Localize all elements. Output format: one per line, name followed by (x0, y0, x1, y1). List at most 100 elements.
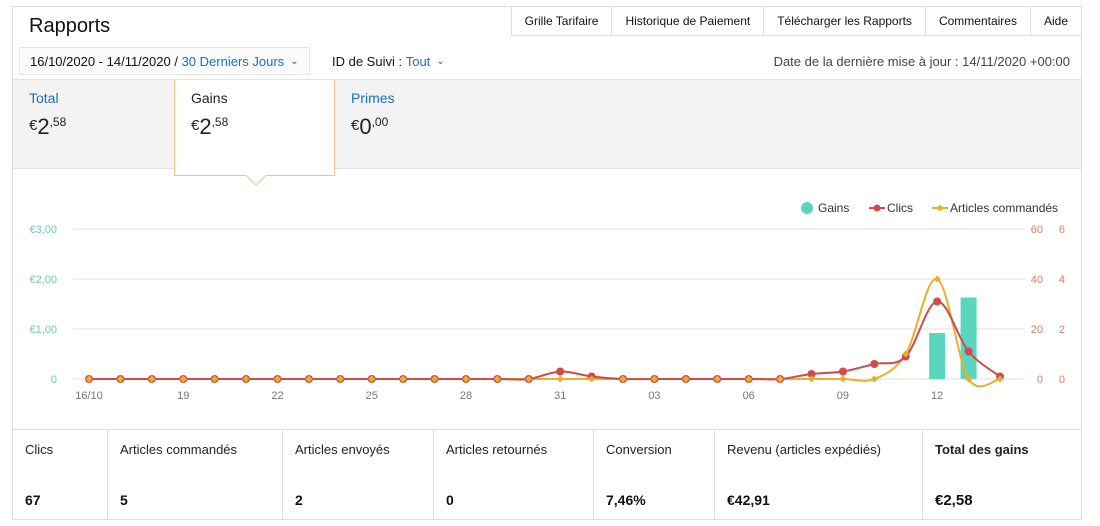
currency-symbol: € (29, 117, 38, 134)
legend-articles-label: Articles commandés (950, 201, 1058, 215)
tracking-id-value[interactable]: Tout (406, 54, 431, 69)
tracking-id-label: ID de Suivi : (332, 53, 403, 69)
y-right-clics-tick-label: 20 (1031, 324, 1043, 336)
summary-gains-tile[interactable]: Gains €2,58 (174, 80, 335, 186)
summary-total-label: Total (29, 90, 59, 106)
stat-value: 67 (25, 492, 41, 508)
stat-label: Total des gains (935, 442, 1029, 457)
currency-symbol: € (191, 117, 200, 134)
date-range-selector[interactable]: 16/10/2020 - 14/11/2020 / 30 Derniers Jo… (19, 47, 310, 75)
articles-point (839, 375, 847, 383)
value-whole: 0 (359, 114, 372, 139)
rate-card-button[interactable]: Grille Tarifaire (510, 6, 613, 36)
reports-panel: Rapports Grille Tarifaire Historique de … (12, 6, 1082, 520)
value-whole: 2 (199, 114, 212, 139)
y-left-tick-label: €2,00 (29, 274, 57, 286)
stat-value: €42,91 (727, 492, 770, 508)
x-tick-label: 12 (931, 390, 943, 402)
download-reports-button[interactable]: Télécharger les Rapports (763, 6, 926, 36)
legend-clics-label: Clics (887, 201, 913, 215)
help-button[interactable]: Aide (1029, 6, 1082, 36)
stat-value: 7,46% (606, 492, 646, 508)
currency-symbol: € (351, 117, 360, 134)
clics-series-line (89, 300, 1001, 381)
stat-items-shipped: Articles envoyés 2 (283, 430, 434, 520)
y-right-articles-tick-label: 2 (1059, 324, 1065, 336)
stat-label: Conversion (606, 442, 672, 457)
legend-gains-marker (801, 202, 813, 214)
y-right-clics-tick-label: 60 (1031, 224, 1043, 236)
y-left-tick-label: €1,00 (29, 324, 57, 336)
top-nav: Grille Tarifaire Historique de Paiement … (510, 6, 1082, 36)
stat-items-ordered: Articles commandés 5 (108, 430, 283, 520)
legend-articles-marker (936, 204, 944, 212)
articles-series-line (89, 278, 1001, 388)
summary-primes-value: €0,00 (351, 114, 479, 140)
y-right-articles-tick-label: 6 (1059, 224, 1065, 236)
stat-value: 2 (295, 492, 303, 508)
stat-value: €2,58 (935, 492, 973, 509)
x-tick-label: 19 (177, 390, 189, 402)
legend-gains-label: Gains (818, 201, 849, 215)
x-tick-label: 06 (743, 390, 755, 402)
page-title: Rapports (29, 15, 111, 37)
stat-value: 0 (446, 492, 454, 508)
legend-clics-marker (873, 204, 881, 212)
stat-total-earnings: Total des gains €2,58 (923, 430, 1081, 520)
summary-gains-value: €2,58 (191, 114, 318, 140)
x-tick-label: 03 (648, 390, 660, 402)
summary-gains-label: Gains (191, 90, 228, 106)
chart-svg: 0 0 0€1,00 20 2€2,00 40 4€3,00 60 616/10 19 22 25 28… (29, 201, 1065, 402)
value-whole: 2 (37, 114, 50, 139)
payment-history-button[interactable]: Historique de Paiement (611, 6, 765, 36)
x-tick-label: 09 (837, 390, 849, 402)
period-link[interactable]: 30 Derniers Jours (182, 54, 285, 69)
x-tick-label: 16/10 (75, 390, 103, 402)
stat-label: Clics (25, 442, 54, 457)
stat-label: Articles envoyés (295, 442, 390, 457)
summary-total-tile[interactable]: Total €2,58 (13, 80, 173, 170)
summary-primes-label: Primes (351, 90, 395, 106)
stat-label: Revenu (articles expédiés) (727, 442, 881, 457)
stats-row: Clics 67 Articles commandés 5 Articles e… (13, 429, 1081, 520)
x-tick-label: 31 (554, 390, 566, 402)
y-left-tick-label: €3,00 (29, 224, 57, 236)
y-left-tick-label: 0 (51, 374, 57, 386)
articles-point (556, 375, 564, 383)
value-decimals: ,58 (211, 115, 229, 129)
chevron-down-icon: ⌄ (436, 55, 445, 67)
value-decimals: ,58 (49, 115, 67, 129)
stat-revenue: Revenu (articles expédiés) €42,91 (715, 430, 923, 520)
summary-primes-tile[interactable]: Primes €0,00 (335, 80, 495, 170)
articles-point (870, 375, 878, 383)
clics-point (933, 297, 942, 306)
x-tick-label: 22 (271, 390, 283, 402)
value-decimals: ,00 (371, 115, 389, 129)
clics-point (838, 367, 847, 376)
summary-total-value: €2,58 (29, 114, 157, 140)
y-right-articles-tick-label: 0 (1059, 374, 1065, 386)
x-tick-label: 28 (460, 390, 472, 402)
stat-clicks: Clics 67 (13, 430, 108, 520)
comments-button[interactable]: Commentaires (924, 6, 1031, 36)
y-right-clics-tick-label: 40 (1031, 274, 1043, 286)
gains-bar (929, 333, 946, 379)
y-right-articles-tick-label: 4 (1059, 274, 1065, 286)
clics-point (964, 347, 973, 356)
x-tick-label: 25 (366, 390, 378, 402)
date-range-text: 16/10/2020 - 14/11/2020 / (30, 53, 178, 69)
stat-conversion: Conversion 7,46% (594, 430, 715, 520)
last-update-text: Date de la dernière mise à jour : 14/11/… (773, 53, 1070, 69)
stat-label: Articles commandés (120, 442, 238, 457)
y-right-clics-tick-label: 0 (1037, 374, 1043, 386)
tracking-id-selector[interactable]: ID de Suivi : Tout ⌄ (332, 47, 445, 75)
clics-point (556, 367, 565, 376)
clics-point (870, 360, 879, 368)
stat-label: Articles retournés (446, 442, 548, 457)
chevron-down-icon: ⌄ (290, 55, 299, 67)
stat-value: 5 (120, 492, 128, 508)
stat-items-returned: Articles retournés 0 (434, 430, 594, 520)
earnings-chart: 0 0 0 €1,00 20 2 €2,00 40 4 €3,00 60 6 16/10 19 22 25 28… (13, 170, 1081, 428)
filter-row: 16/10/2020 - 14/11/2020 / 30 Derniers Jo… (13, 45, 1081, 79)
summary-band: Total €2,58 Gains €2,58 Primes €0,00 (13, 79, 1081, 186)
